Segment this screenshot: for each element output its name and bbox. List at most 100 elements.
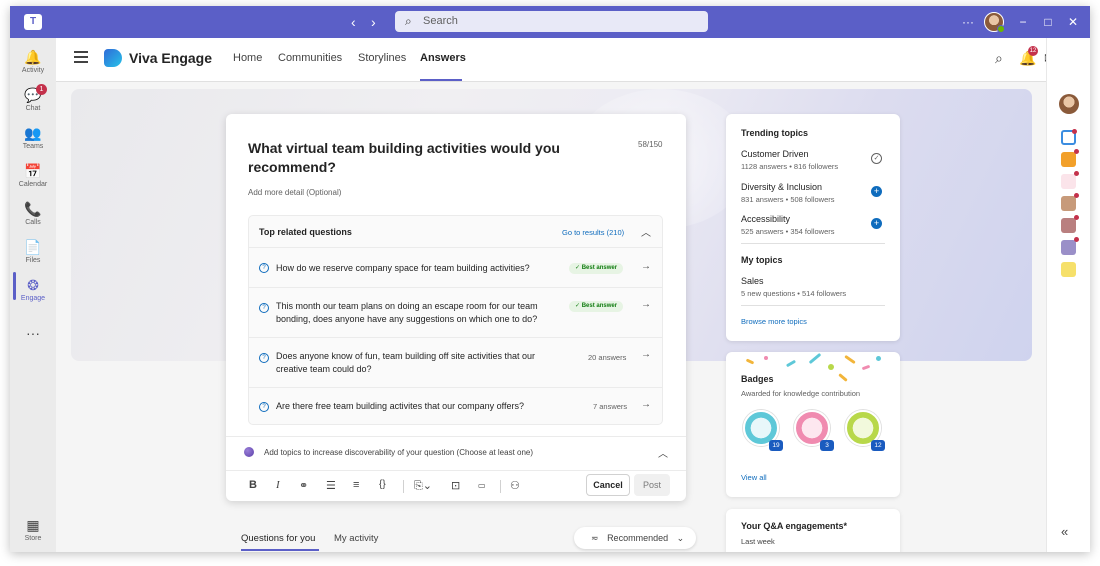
question-icon: ?: [259, 353, 269, 363]
topic-meta: 525 answers • 354 followers: [741, 227, 835, 236]
person-avatar-icon[interactable]: [1061, 215, 1079, 233]
related-question-item[interactable]: ? Does anyone know of fun, team building…: [249, 337, 662, 387]
engage-icon: ❂: [27, 277, 39, 293]
rail-item-store[interactable]: ▦ Store: [10, 516, 56, 544]
nav-home[interactable]: Home: [233, 52, 262, 64]
numbered-list-icon[interactable]: ≡: [353, 479, 359, 491]
notification-dot: [1074, 237, 1079, 242]
go-to-results-link[interactable]: Go to results (210): [562, 228, 624, 237]
follow-plus-icon[interactable]: +: [871, 186, 882, 197]
arrow-right-icon[interactable]: →: [641, 299, 651, 310]
bold-button[interactable]: B: [249, 479, 257, 491]
teams-icon: 👥: [24, 125, 42, 141]
teams-window: T ‹ › ⌕ Search ··· − □ ✕ 🔔 Activity 💬 1 …: [10, 6, 1090, 552]
more-options-button[interactable]: ···: [962, 13, 974, 31]
related-question-text: How do we reserve company space for team…: [276, 263, 530, 273]
tab-my-activity[interactable]: My activity: [334, 533, 378, 544]
browse-more-topics-link[interactable]: Browse more topics: [741, 317, 807, 326]
bullet-list-icon[interactable]: ☰: [326, 479, 336, 492]
cancel-button[interactable]: Cancel: [586, 474, 630, 496]
badges-title: Badges: [741, 374, 774, 384]
mention-people-icon[interactable]: ⚇: [510, 479, 520, 492]
italic-button[interactable]: I: [276, 479, 280, 491]
follow-plus-icon[interactable]: +: [871, 218, 882, 229]
rail-more-apps-button[interactable]: ···: [10, 324, 56, 342]
badges-card: Badges Awarded for knowledge contributio…: [726, 352, 900, 497]
arrow-right-icon[interactable]: →: [641, 399, 651, 410]
chevron-up-icon[interactable]: ︿: [658, 445, 668, 460]
trending-topics-title: Trending topics: [741, 128, 809, 138]
store-icon: ▦: [26, 517, 40, 533]
title-bar: T ‹ › ⌕ Search ··· − □ ✕: [10, 6, 1090, 38]
group-avatar-icon[interactable]: [1061, 237, 1079, 255]
nav-storylines[interactable]: Storylines: [358, 52, 406, 64]
image-icon[interactable]: ⊡: [451, 479, 460, 492]
code-block-icon[interactable]: {}: [379, 479, 386, 490]
arrow-right-icon[interactable]: →: [641, 261, 651, 272]
chat-bubble-app-icon[interactable]: [1061, 262, 1076, 277]
best-answer-label: Best answer: [581, 303, 618, 309]
calendar-icon: 📅: [24, 163, 42, 179]
minimize-button[interactable]: −: [1013, 13, 1033, 31]
arrow-right-icon[interactable]: →: [641, 349, 651, 360]
menu-icon[interactable]: [74, 51, 88, 63]
heart-app-icon[interactable]: [1061, 171, 1079, 189]
trending-topics-card: Trending topics Customer Driven 1128 ans…: [726, 114, 900, 341]
engagements-period: Last week: [741, 537, 775, 546]
nav-answers[interactable]: Answers: [420, 52, 466, 64]
related-question-item[interactable]: ? This month our team plans on doing an …: [249, 287, 662, 337]
rail-item-chat[interactable]: 💬 1 Chat: [10, 84, 56, 114]
file-icon: 📄: [24, 239, 42, 255]
attach-icon[interactable]: ⎘⌄: [414, 479, 432, 493]
back-arrow-button[interactable]: ‹: [351, 13, 356, 31]
topic-name[interactable]: Customer Driven: [741, 149, 809, 159]
notification-dot: [1072, 129, 1077, 134]
chevron-up-icon[interactable]: ︿: [641, 224, 651, 239]
topic-name[interactable]: Diversity & Inclusion: [741, 182, 822, 192]
chevron-down-icon: ⌄: [676, 533, 685, 543]
chat-unread-badge: 1: [36, 84, 47, 95]
rail-item-label: Engage: [20, 295, 46, 302]
rail-item-calendar[interactable]: 📅 Calendar: [10, 162, 56, 190]
rail-item-activity[interactable]: 🔔 Activity: [10, 48, 56, 76]
rail-item-teams[interactable]: 👥 Teams: [10, 124, 56, 152]
copilot-app-icon[interactable]: [1061, 129, 1077, 145]
question-title-input[interactable]: What virtual team building activities wo…: [248, 139, 588, 177]
nav-communities[interactable]: Communities: [278, 52, 342, 64]
post-button[interactable]: Post: [634, 474, 670, 496]
search-input[interactable]: ⌕ Search: [395, 11, 708, 32]
related-question-text: This month our team plans on doing an es…: [276, 301, 538, 324]
person-avatar-icon[interactable]: [1061, 193, 1079, 211]
sort-label: Recommended: [607, 533, 669, 543]
rail-item-calls[interactable]: 📞 Calls: [10, 200, 56, 228]
collapse-double-chevron-icon[interactable]: «: [1061, 524, 1068, 539]
user-avatar[interactable]: [984, 12, 1005, 33]
rail-item-files[interactable]: 📄 Files: [10, 238, 56, 266]
close-button[interactable]: ✕: [1063, 13, 1083, 31]
profile-avatar[interactable]: [1059, 94, 1079, 114]
forward-arrow-button[interactable]: ›: [371, 13, 376, 31]
rail-item-engage[interactable]: ❂ Engage: [10, 276, 56, 304]
topics-picker[interactable]: Add topics to increase discoverability o…: [226, 436, 686, 466]
sort-dropdown[interactable]: ≂ Recommended ⌄: [574, 527, 696, 549]
related-questions-panel: Top related questions Go to results (210…: [248, 215, 663, 425]
main-content: What virtual team building activities wo…: [56, 82, 1046, 552]
following-check-icon[interactable]: ✓: [871, 153, 882, 164]
question-composer-card: What virtual team building activities wo…: [226, 114, 686, 501]
related-question-item[interactable]: ? Are there free team building activites…: [249, 387, 662, 425]
topic-name[interactable]: Sales: [741, 276, 764, 286]
related-question-item[interactable]: ? How do we reserve company space for te…: [249, 247, 662, 287]
gif-icon[interactable]: ▭: [478, 481, 486, 490]
topic-name[interactable]: Accessibility: [741, 214, 790, 224]
sort-icon: ≂: [591, 533, 599, 543]
question-icon: ?: [259, 402, 269, 412]
app-icon-orange[interactable]: [1061, 149, 1079, 167]
search-icon[interactable]: ⌕: [995, 50, 1003, 67]
search-icon: ⌕: [405, 14, 412, 28]
view-all-badges-link[interactable]: View all: [741, 473, 767, 482]
link-icon[interactable]: ⚭: [299, 479, 308, 492]
tab-questions-for-you[interactable]: Questions for you: [241, 533, 315, 544]
right-app-rail: «: [1046, 38, 1090, 552]
detail-input[interactable]: Add more detail (Optional): [248, 188, 341, 197]
maximize-button[interactable]: □: [1038, 13, 1058, 31]
